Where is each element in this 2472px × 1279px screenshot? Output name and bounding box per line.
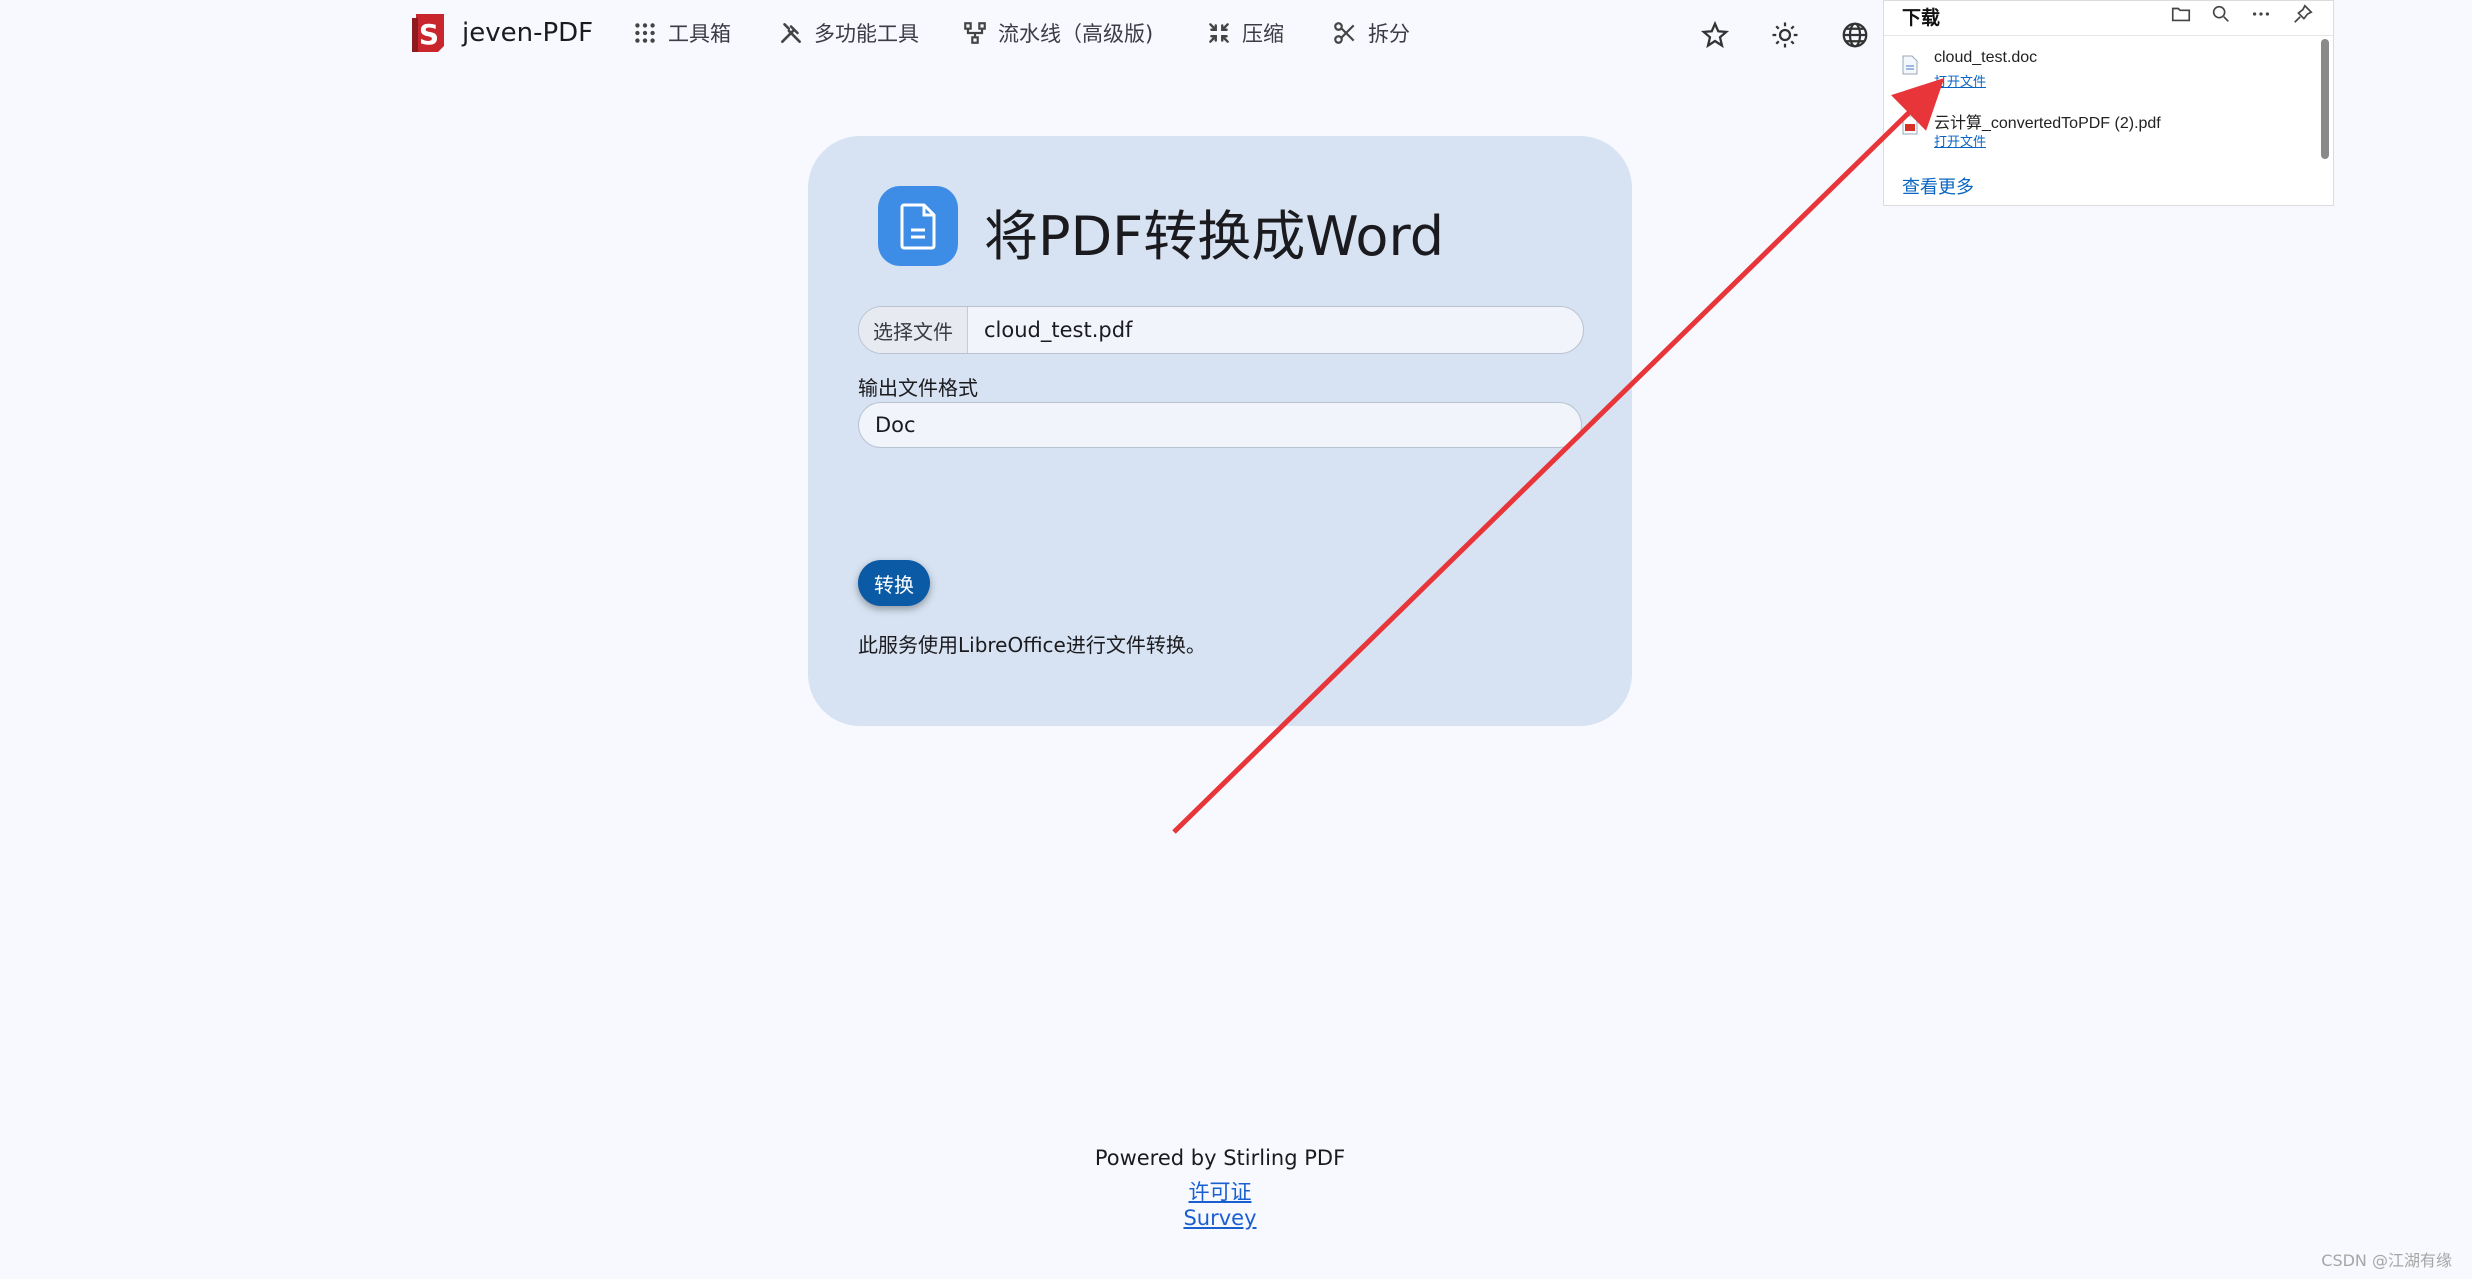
star-icon[interactable] [1700,20,1730,50]
globe-icon[interactable] [1840,20,1870,50]
file-input[interactable]: 选择文件 cloud_test.pdf [858,306,1584,354]
stirling-logo-icon: S [410,12,448,54]
downloads-title: 下载 [1902,8,1941,29]
selected-file-name: cloud_test.pdf [984,318,1133,342]
nav-item-label: 多功能工具 [814,22,919,46]
output-format-select[interactable]: Doc [858,402,1582,448]
nav-item-label: 拆分 [1368,22,1410,46]
scissors-icon [1334,22,1355,44]
convert-card: 将PDF转换成Word 选择文件 cloud_test.pdf 输出文件格式 D… [808,136,1632,726]
nav-item-multitool[interactable]: 多功能工具 [778,18,919,48]
download-file-name: 云计算_convertedToPDF (2).pdf [1934,115,2161,132]
open-file-link[interactable]: 打开文件 [1934,71,1986,90]
output-format-label: 输出文件格式 [858,376,978,400]
more-options-icon[interactable] [2250,3,2272,25]
doc-file-icon [1902,55,1918,75]
brand-name: jeven-PDF [462,18,594,48]
pdf-file-icon [1902,115,1918,135]
watermark: CSDN @江湖有缘 [2321,1251,2452,1270]
open-file-link[interactable]: 打开文件 [1934,131,1986,150]
pipeline-icon [964,22,986,44]
nav-item-pipeline[interactable]: 流水线（高级版) [962,18,1153,48]
nav-item-split[interactable]: 拆分 [1332,18,1410,48]
divider [1884,35,2333,36]
nav-item-label: 压缩 [1242,22,1284,46]
nav-item-toolbox[interactable]: 工具箱 [632,18,731,48]
nav-item-compress[interactable]: 压缩 [1206,18,1284,48]
service-note: 此服务使用LibreOffice进行文件转换。 [858,633,1206,657]
folder-icon[interactable] [2170,3,2192,25]
nav-item-label: 工具箱 [668,22,731,46]
nav-item-label: 流水线（高级版) [998,22,1154,46]
choose-file-button[interactable]: 选择文件 [859,307,968,353]
powered-by-text: Powered by Stirling PDF [1094,1146,1346,1170]
tools-icon [781,23,801,43]
convert-button[interactable]: 转换 [858,560,930,606]
grid-icon [635,23,655,43]
download-file-name: cloud_test.doc [1934,49,2038,66]
brand[interactable]: S jeven-PDF [410,12,593,54]
scrollbar[interactable] [2321,39,2329,159]
search-icon[interactable] [2210,3,2232,25]
page-title: 将PDF转换成Word [984,205,1445,268]
survey-link[interactable]: Survey [1183,1206,1256,1230]
downloads-panel: 下载 cloud_test.doc 打开文件 云计算_convertedToPD… [1883,0,2334,206]
svg-text:S: S [419,18,439,51]
pin-icon[interactable] [2292,3,2314,25]
see-more-link[interactable]: 查看更多 [1902,173,1974,199]
license-link[interactable]: 许可证 [1189,1180,1252,1204]
document-icon [878,186,958,266]
theme-icon[interactable] [1770,20,1800,50]
compress-icon [1209,23,1229,43]
